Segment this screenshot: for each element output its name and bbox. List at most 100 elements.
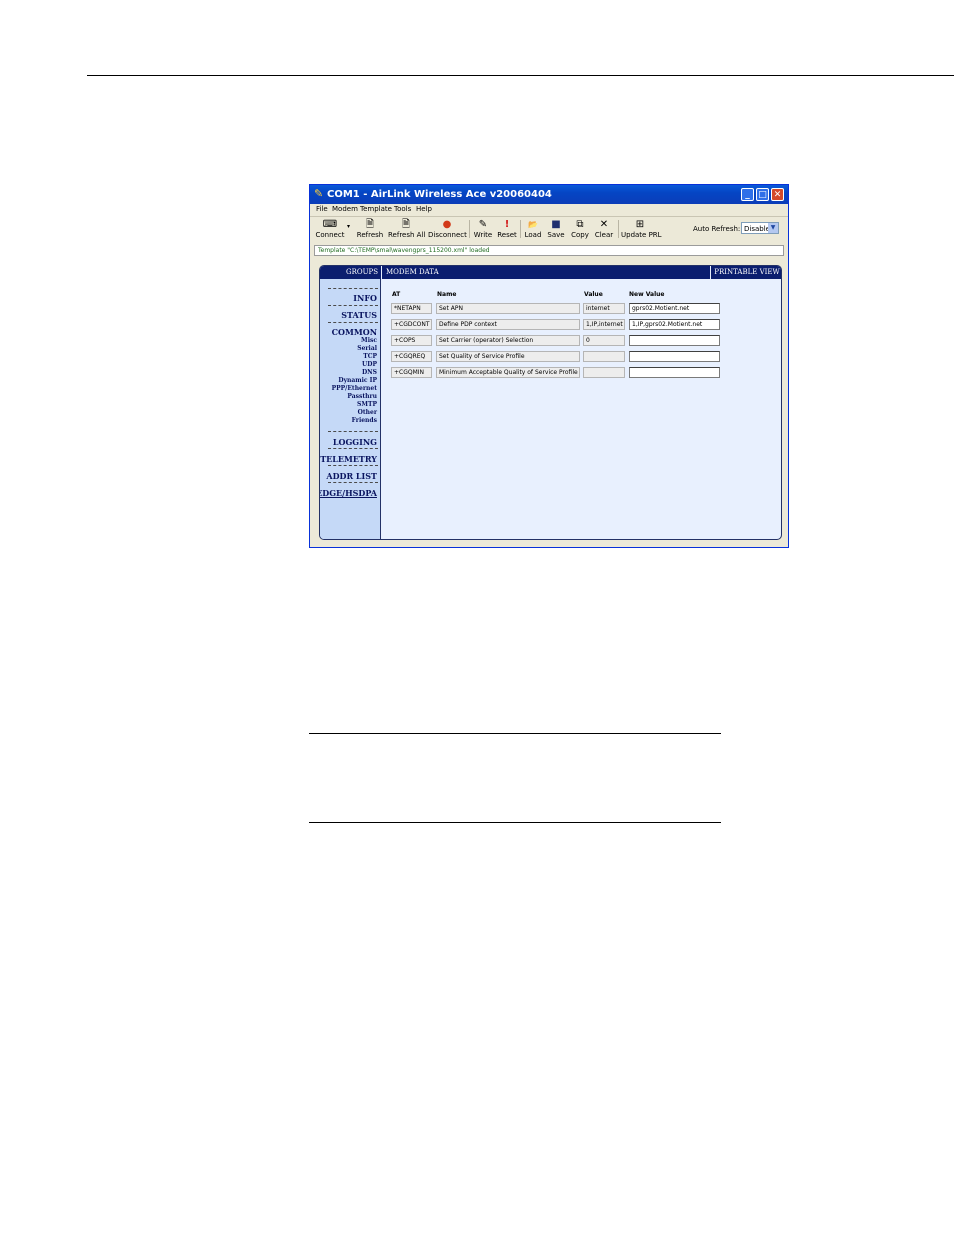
save-button[interactable]: ■ Save bbox=[545, 219, 567, 241]
connect-dropdown-icon[interactable]: ▾ bbox=[347, 223, 350, 230]
name-cell: Define PDP context bbox=[436, 319, 580, 330]
sidebar-item-info[interactable]: INFO bbox=[353, 293, 377, 303]
at-command-cell: +COPS bbox=[391, 335, 432, 346]
sidebar-subitem-udp[interactable]: UDP bbox=[362, 361, 377, 369]
name-cell: Minimum Acceptable Quality of Service Pr… bbox=[436, 367, 580, 378]
sidebar-subitem-passthru[interactable]: Passthru bbox=[347, 393, 377, 401]
divider bbox=[328, 431, 378, 432]
connect-icon: ⌨ bbox=[322, 219, 338, 230]
menu-template[interactable]: Template bbox=[360, 204, 392, 215]
printable-view-link[interactable]: PRINTABLE VIEW bbox=[711, 266, 781, 279]
menu-file[interactable]: File bbox=[316, 204, 328, 215]
note-top-rule bbox=[309, 733, 721, 734]
sidebar-subitem-friends[interactable]: Friends bbox=[352, 417, 377, 425]
sidebar-subitem-dns[interactable]: DNS bbox=[362, 369, 377, 377]
divider bbox=[328, 322, 378, 323]
groups-header: GROUPS bbox=[320, 266, 381, 279]
new-value-input[interactable] bbox=[629, 351, 720, 362]
close-button[interactable]: ✕ bbox=[771, 188, 784, 201]
refresh-all-label: Refresh All bbox=[388, 231, 426, 239]
chevron-down-icon[interactable]: ▼ bbox=[768, 223, 778, 233]
sidebar-subitem-tcp[interactable]: TCP bbox=[363, 353, 377, 361]
sidebar-item-common[interactable]: COMMON bbox=[332, 327, 377, 337]
divider bbox=[328, 482, 378, 483]
new-value-input[interactable]: gprs02.Motient.net bbox=[629, 303, 720, 314]
refresh-button[interactable]: 🗎 Refresh bbox=[356, 219, 384, 241]
status-line: Template "C:\TEMP\smal\wavengprs_115200.… bbox=[314, 245, 784, 256]
sidebar-item-telemetry[interactable]: TELEMETRY bbox=[320, 454, 377, 464]
pen-icon: ✎ bbox=[314, 187, 324, 200]
new-value-input[interactable] bbox=[629, 367, 720, 378]
name-cell: Set Carrier (operator) Selection bbox=[436, 335, 580, 346]
x-icon: ✕ bbox=[599, 219, 609, 230]
disconnect-icon: ● bbox=[442, 219, 452, 230]
at-command-cell: +CGQMIN bbox=[391, 367, 432, 378]
exclamation-icon: ! bbox=[504, 219, 510, 230]
name-cell: Set APN bbox=[436, 303, 580, 314]
at-command-cell: +CGDCONT bbox=[391, 319, 432, 330]
app-window: ✎ COM1 - AirLink Wireless Ace v20060404 … bbox=[309, 184, 789, 548]
sidebar-subitem-dynamic-ip[interactable]: Dynamic IP bbox=[338, 377, 377, 385]
value-cell: internet bbox=[583, 303, 625, 314]
sidebar-item-edge-hsdpa[interactable]: EDGE/HSDPA bbox=[320, 488, 377, 498]
new-value-input[interactable]: 1,IP,gprs02.Motient.net bbox=[629, 319, 720, 330]
copy-icon: ⧉ bbox=[576, 219, 584, 230]
refresh-all-icon: 🗎 bbox=[401, 219, 411, 230]
name-cell: Set Quality of Service Profile bbox=[436, 351, 580, 362]
save-label: Save bbox=[547, 231, 565, 239]
menu-modem[interactable]: Modem bbox=[332, 204, 358, 215]
column-header-new-value: New Value bbox=[629, 291, 665, 298]
write-button[interactable]: ✎ Write bbox=[472, 219, 494, 241]
auto-refresh-select[interactable]: Disabled ▼ bbox=[741, 222, 779, 234]
menu-help[interactable]: Help bbox=[416, 204, 432, 215]
reset-button[interactable]: ! Reset bbox=[496, 219, 518, 241]
sidebar-subitem-other[interactable]: Other bbox=[358, 409, 377, 417]
refresh-label: Refresh bbox=[356, 231, 384, 239]
window-title: COM1 - AirLink Wireless Ace v20060404 bbox=[327, 189, 552, 200]
column-header-name: Name bbox=[437, 291, 457, 298]
sidebar-subitem-ppp-ethernet[interactable]: PPP/Ethernet bbox=[332, 385, 377, 393]
minimize-button[interactable]: _ bbox=[741, 188, 754, 201]
load-label: Load bbox=[524, 231, 542, 239]
menu-tools[interactable]: Tools bbox=[394, 204, 411, 215]
column-header-value: Value bbox=[584, 291, 603, 298]
sidebar-subitem-serial[interactable]: Serial bbox=[357, 345, 377, 353]
at-command-cell: *NETAPN bbox=[391, 303, 432, 314]
load-button[interactable]: 📂 Load bbox=[523, 219, 543, 241]
value-cell: 0 bbox=[583, 335, 625, 346]
divider bbox=[328, 448, 378, 449]
value-cell bbox=[583, 367, 625, 378]
title-bar[interactable]: ✎ COM1 - AirLink Wireless Ace v20060404 … bbox=[310, 185, 788, 204]
folder-icon: 📂 bbox=[528, 220, 538, 229]
toolbar-separator bbox=[618, 220, 619, 238]
update-prl-button[interactable]: ⊞ Update PRL bbox=[621, 219, 662, 241]
refresh-all-button[interactable]: 🗎 Refresh All bbox=[388, 219, 426, 241]
refresh-icon: 🗎 bbox=[365, 219, 375, 230]
value-cell bbox=[583, 351, 625, 362]
sidebar-item-logging[interactable]: LOGGING bbox=[333, 437, 377, 447]
toolbar-separator bbox=[469, 220, 470, 238]
maximize-button[interactable]: □ bbox=[756, 188, 769, 201]
disconnect-label: Disconnect bbox=[428, 231, 467, 239]
clear-button[interactable]: ✕ Clear bbox=[593, 219, 615, 241]
clear-label: Clear bbox=[594, 231, 614, 239]
modem-data-content: AT Name Value New Value *NETAPN Set APN … bbox=[382, 279, 781, 539]
update-prl-label: Update PRL bbox=[621, 231, 662, 239]
sidebar-item-status[interactable]: STATUS bbox=[341, 310, 377, 320]
menu-bar: File Modem Template Tools Help bbox=[310, 204, 788, 215]
connect-button[interactable]: ⌨ Connect bbox=[315, 219, 345, 241]
reset-label: Reset bbox=[497, 231, 517, 239]
column-header-at: AT bbox=[392, 291, 401, 298]
copy-label: Copy bbox=[571, 231, 589, 239]
sidebar-subitem-smtp[interactable]: SMTP bbox=[357, 401, 377, 409]
new-value-input[interactable] bbox=[629, 335, 720, 346]
divider bbox=[328, 465, 378, 466]
copy-button[interactable]: ⧉ Copy bbox=[569, 219, 591, 241]
pencil-icon: ✎ bbox=[478, 219, 488, 230]
main-panel: GROUPS MODEM DATA PRINTABLE VIEW INFO ST… bbox=[319, 265, 782, 540]
modem-data-header: MODEM DATA bbox=[382, 266, 710, 279]
disconnect-button[interactable]: ● Disconnect bbox=[428, 219, 467, 241]
page-top-rule bbox=[87, 75, 954, 76]
sidebar-subitem-misc[interactable]: Misc bbox=[361, 337, 377, 345]
sidebar-item-addr-list[interactable]: ADDR LIST bbox=[326, 471, 377, 481]
